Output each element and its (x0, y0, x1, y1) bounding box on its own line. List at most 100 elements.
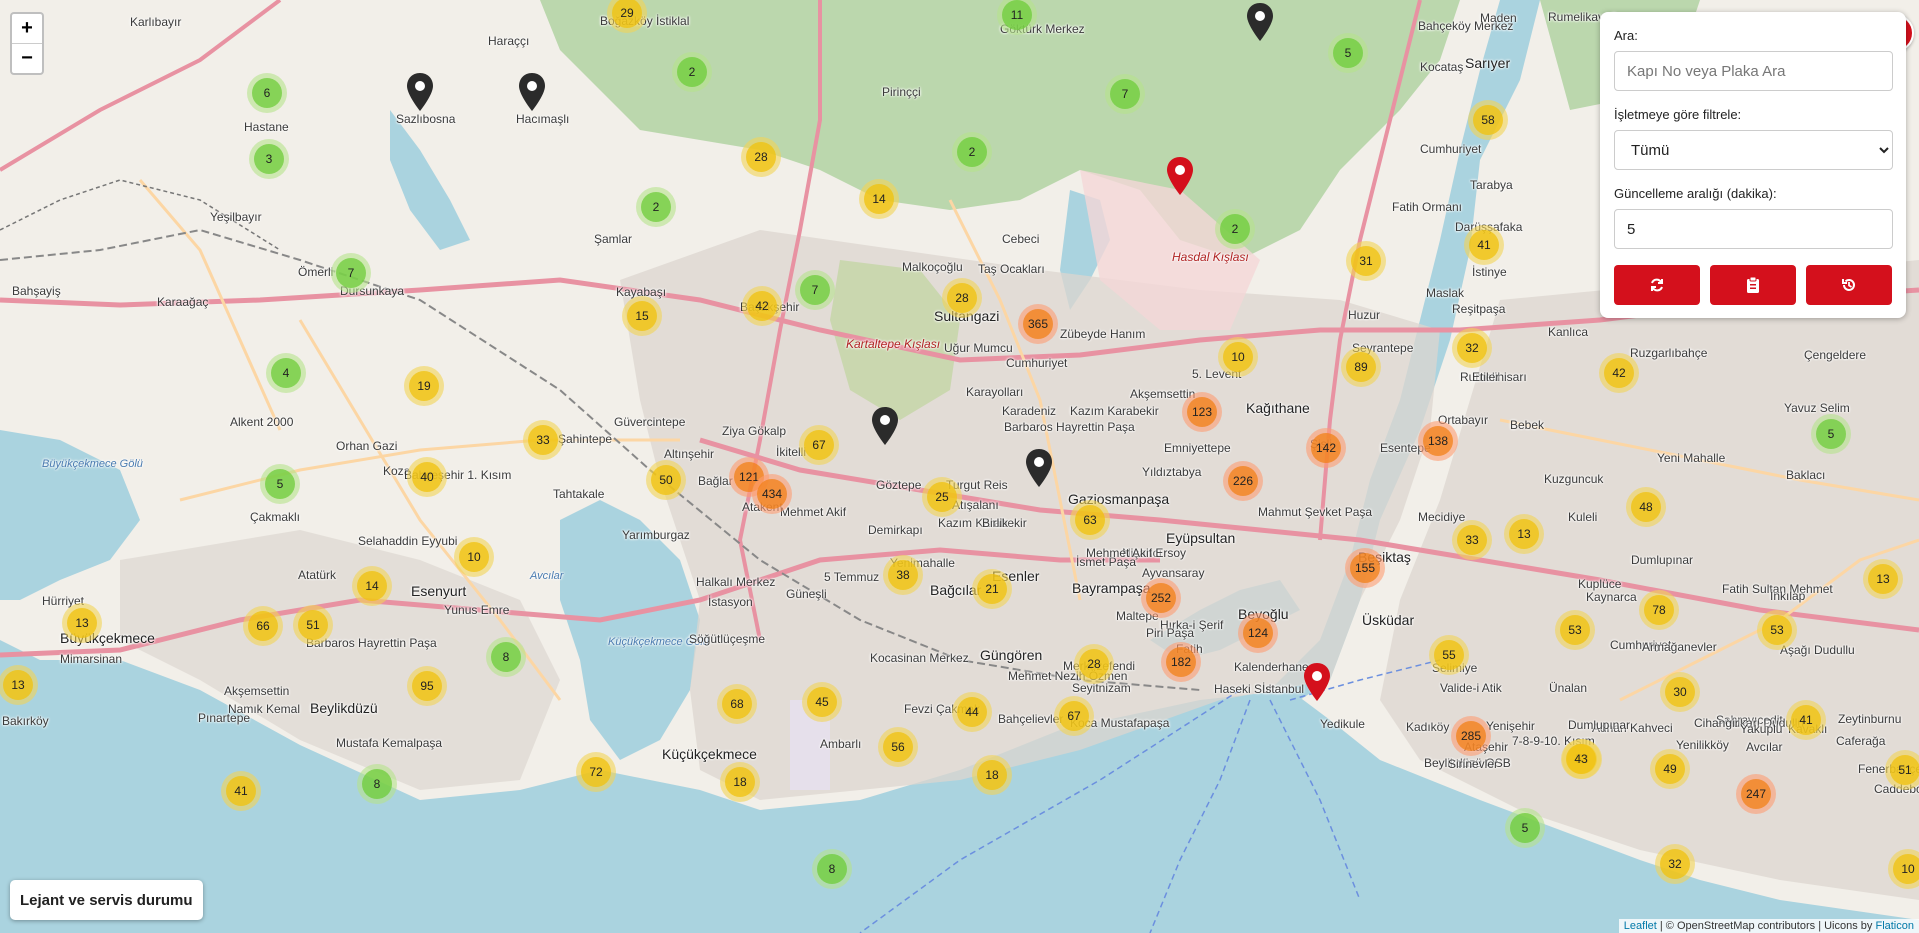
refresh-button[interactable] (1614, 265, 1700, 305)
bus-cluster-medium[interactable]: 51 (293, 605, 333, 645)
bus-cluster-large[interactable]: 182 (1161, 642, 1201, 682)
bus-cluster-large[interactable]: 124 (1238, 613, 1278, 653)
bus-cluster-medium[interactable]: 33 (523, 420, 563, 460)
interval-input[interactable] (1614, 209, 1893, 249)
bus-cluster-small[interactable]: 2 (636, 187, 676, 227)
search-input[interactable] (1614, 51, 1893, 91)
bus-cluster-small[interactable]: 7 (795, 270, 835, 310)
bus-cluster-medium[interactable]: 67 (799, 425, 839, 465)
bus-cluster-medium[interactable]: 13 (1504, 514, 1544, 554)
bus-cluster-small[interactable]: 2 (952, 132, 992, 172)
bus-cluster-medium[interactable]: 28 (942, 278, 982, 318)
bus-cluster-medium[interactable]: 50 (646, 460, 686, 500)
bus-cluster-large[interactable]: 138 (1418, 421, 1458, 461)
bus-cluster-medium[interactable]: 31 (1346, 241, 1386, 281)
bus-cluster-small[interactable]: 3 (249, 139, 289, 179)
clipboard-button[interactable] (1710, 265, 1796, 305)
bus-cluster-medium[interactable]: 55 (1429, 635, 1469, 675)
bus-cluster-small[interactable]: 2 (1215, 209, 1255, 249)
bus-cluster-medium[interactable]: 41 (1464, 225, 1504, 265)
bus-cluster-medium[interactable]: 28 (1074, 644, 1114, 684)
bus-cluster-large[interactable]: 434 (752, 474, 792, 514)
bus-cluster-small[interactable]: 2 (672, 52, 712, 92)
bus-cluster-medium[interactable]: 14 (352, 566, 392, 606)
bus-cluster-medium[interactable]: 95 (407, 666, 447, 706)
bus-marker-black[interactable] (1024, 448, 1054, 488)
bus-cluster-medium[interactable]: 13 (1863, 559, 1903, 599)
bus-cluster-medium[interactable]: 33 (1452, 520, 1492, 560)
bus-marker-black[interactable] (517, 72, 547, 112)
bus-cluster-large[interactable]: 155 (1345, 548, 1385, 588)
bus-cluster-medium[interactable]: 66 (243, 606, 283, 646)
bus-cluster-large[interactable]: 226 (1223, 461, 1263, 501)
bus-cluster-small[interactable]: 4 (266, 353, 306, 393)
bus-cluster-medium[interactable]: 18 (720, 762, 760, 802)
bus-cluster-medium[interactable]: 63 (1070, 500, 1110, 540)
bus-marker-red[interactable] (1302, 662, 1332, 702)
bus-cluster-small[interactable]: 6 (247, 73, 287, 113)
bus-cluster-small[interactable]: 8 (812, 849, 852, 889)
zoom-out-button[interactable]: − (12, 44, 42, 73)
bus-cluster-medium[interactable]: 48 (1626, 487, 1666, 527)
bus-cluster-medium[interactable]: 10 (1218, 337, 1258, 377)
bus-marker-red[interactable] (1165, 156, 1195, 196)
bus-cluster-medium[interactable]: 42 (742, 286, 782, 326)
bus-cluster-medium[interactable]: 30 (1660, 672, 1700, 712)
bus-cluster-medium[interactable]: 19 (404, 366, 444, 406)
bus-cluster-small[interactable]: 7 (1105, 74, 1145, 114)
bus-cluster-medium[interactable]: 43 (1561, 739, 1601, 779)
leaflet-link[interactable]: Leaflet (1624, 920, 1657, 932)
bus-cluster-medium[interactable]: 32 (1655, 844, 1695, 884)
bus-marker-black[interactable] (1245, 2, 1275, 42)
bus-cluster-medium[interactable]: 28 (741, 137, 781, 177)
bus-cluster-medium[interactable]: 49 (1650, 749, 1690, 789)
bus-cluster-large[interactable]: 365 (1018, 304, 1058, 344)
bus-cluster-medium[interactable]: 68 (717, 684, 757, 724)
bus-cluster-medium[interactable]: 89 (1341, 347, 1381, 387)
bus-cluster-medium[interactable]: 21 (972, 569, 1012, 609)
bus-cluster-medium[interactable]: 15 (622, 296, 662, 336)
history-button[interactable] (1806, 265, 1892, 305)
bus-cluster-medium[interactable]: 40 (407, 457, 447, 497)
bus-cluster-small[interactable]: 8 (486, 637, 526, 677)
bus-cluster-large[interactable]: 142 (1306, 428, 1346, 468)
bus-cluster-medium[interactable]: 41 (221, 771, 261, 811)
bus-cluster-medium[interactable]: 10 (454, 537, 494, 577)
bus-cluster-medium[interactable]: 13 (62, 603, 102, 643)
flaticon-link[interactable]: Flaticon (1875, 920, 1914, 932)
bus-cluster-medium[interactable]: 58 (1468, 100, 1508, 140)
place-label: Dumlupınar (1568, 718, 1631, 732)
bus-cluster-medium[interactable]: 38 (883, 555, 923, 595)
bus-cluster-small[interactable]: 5 (1811, 414, 1851, 454)
legend-service-status-button[interactable]: Lejant ve servis durumu (10, 880, 203, 920)
bus-cluster-small[interactable]: 5 (260, 464, 300, 504)
zoom-in-button[interactable]: + (12, 14, 42, 44)
bus-cluster-medium[interactable]: 53 (1757, 610, 1797, 650)
bus-cluster-medium[interactable]: 45 (802, 682, 842, 722)
bus-cluster-small[interactable]: 5 (1328, 33, 1368, 73)
bus-cluster-medium[interactable]: 51 (1885, 750, 1919, 790)
bus-cluster-medium[interactable]: 14 (859, 179, 899, 219)
bus-cluster-medium[interactable]: 41 (1786, 700, 1826, 740)
bus-cluster-medium[interactable]: 78 (1639, 590, 1679, 630)
bus-marker-black[interactable] (405, 72, 435, 112)
bus-cluster-medium[interactable]: 25 (922, 477, 962, 517)
bus-cluster-small[interactable]: 5 (1505, 808, 1545, 848)
bus-cluster-medium[interactable]: 67 (1054, 696, 1094, 736)
bus-cluster-large[interactable]: 123 (1182, 392, 1222, 432)
operator-filter-select[interactable]: Tümü (1614, 130, 1893, 170)
bus-cluster-small[interactable]: 7 (331, 253, 371, 293)
bus-cluster-medium[interactable]: 32 (1452, 328, 1492, 368)
bus-cluster-medium[interactable]: 42 (1599, 353, 1639, 393)
bus-marker-black[interactable] (870, 406, 900, 446)
place-label: Karlıbayır (130, 15, 182, 29)
bus-cluster-large[interactable]: 247 (1736, 774, 1776, 814)
bus-cluster-large[interactable]: 285 (1451, 716, 1491, 756)
bus-cluster-medium[interactable]: 72 (576, 752, 616, 792)
bus-cluster-medium[interactable]: 44 (952, 692, 992, 732)
bus-cluster-large[interactable]: 252 (1141, 578, 1181, 618)
bus-cluster-small[interactable]: 8 (357, 764, 397, 804)
bus-cluster-medium[interactable]: 56 (878, 727, 918, 767)
bus-cluster-medium[interactable]: 53 (1555, 610, 1595, 650)
bus-cluster-medium[interactable]: 18 (972, 755, 1012, 795)
